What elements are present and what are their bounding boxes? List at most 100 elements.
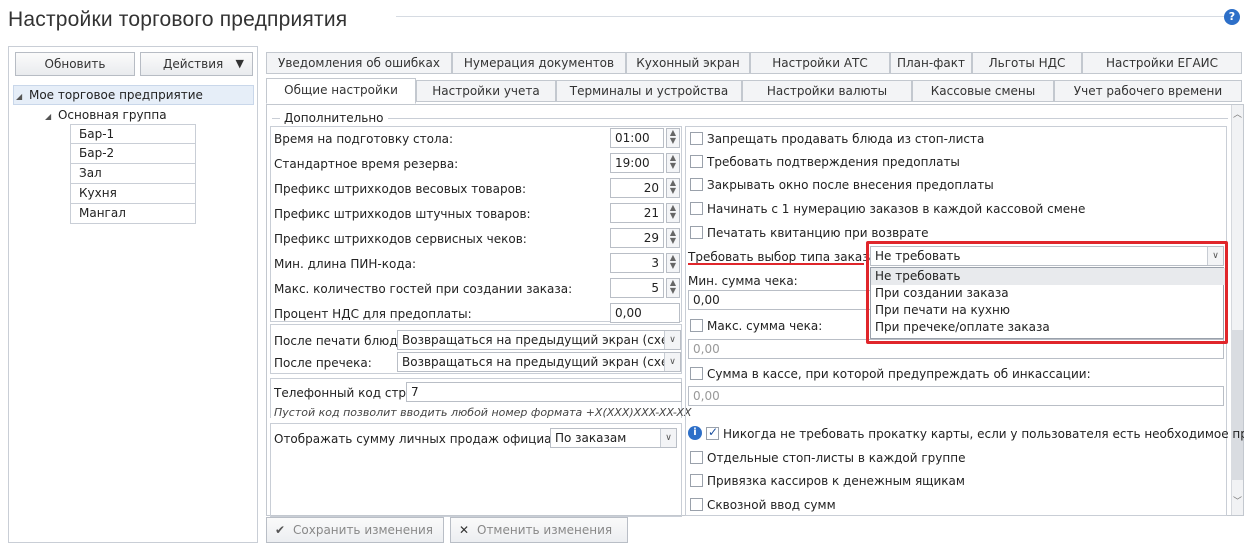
scroll-down-icon[interactable]: ﹀ [1233, 494, 1242, 507]
checkbox-close-window[interactable] [690, 178, 703, 191]
refresh-button[interactable]: Обновить [15, 52, 135, 76]
help-icon[interactable]: ? [1224, 9, 1240, 25]
spinner-icon[interactable]: ▲ ▼ [666, 153, 680, 173]
tab-vat-benefits[interactable]: Льготы НДС [972, 52, 1082, 74]
section-divider [272, 118, 1228, 119]
tab-doc-numbering[interactable]: Нумерация документов [452, 52, 626, 74]
check-label-no-card-swipe: Никогда не требовать прокатку карты, есл… [723, 427, 1244, 441]
chevron-down-icon[interactable]: ∨ [664, 353, 680, 371]
tree-group-label: Основная группа [57, 108, 167, 122]
checkbox-cashier-drawers[interactable] [690, 474, 703, 487]
vat-prepay-input[interactable]: 0,00 [610, 303, 680, 323]
scroll-up-icon[interactable]: ︿ [1233, 107, 1242, 120]
tab-plan-fact[interactable]: План-факт [890, 52, 972, 74]
cancel-changes-label: Отменить изменения [477, 523, 613, 537]
after-precheck-select[interactable]: Возвращаться на предыдущий экран (схем..… [397, 352, 681, 372]
piece-prefix-input[interactable]: 21 [610, 203, 664, 223]
cash-sum-input[interactable]: 0,00 [688, 386, 1224, 406]
info-icon[interactable]: i [688, 426, 702, 440]
check-label-numbering-reset: Начинать с 1 нумерацию заказов в каждой … [707, 202, 1086, 216]
tab-error-notifications[interactable]: Уведомления об ошибках [266, 52, 452, 74]
dropdown-option[interactable]: При создании заказа [871, 285, 1225, 302]
check-label-stop-list: Запрещать продавать блюда из стоп-листа [707, 132, 985, 146]
after-print-value: Возвращаться на предыдущий экран (схем..… [402, 333, 681, 347]
chevron-down-icon[interactable]: ∨ [660, 429, 676, 447]
checkbox-cash-sum[interactable] [690, 367, 703, 380]
spinner-icon[interactable]: ▲ ▼ [666, 278, 680, 298]
scrollbar-thumb[interactable] [1231, 330, 1243, 480]
order-type-select[interactable]: Не требовать ∨ [870, 246, 1224, 266]
tree-item-grill[interactable]: Мангал [70, 204, 196, 224]
spinner-icon[interactable]: ▲ ▼ [666, 228, 680, 248]
dropdown-option[interactable]: Не требовать [871, 268, 1225, 285]
checkbox-through-sum[interactable] [690, 498, 703, 511]
tree-item-bar2[interactable]: Бар-2 [70, 144, 196, 164]
spinner-icon[interactable]: ▲ ▼ [666, 253, 680, 273]
tab-pbx-settings[interactable]: Настройки АТС [750, 52, 890, 74]
check-label-through-sum: Сквозной ввод сумм [707, 498, 836, 512]
max-sum-label: Макс. сумма чека: [707, 319, 823, 333]
dropdown-option[interactable]: При печати на кухню [871, 302, 1225, 319]
checkbox-confirm-prepay[interactable] [690, 155, 703, 168]
checkbox-separate-stoplists[interactable] [690, 451, 703, 464]
checkbox-print-receipt[interactable] [690, 226, 703, 239]
check-label-cashier-drawers: Привязка кассиров к денежным ящикам [707, 474, 965, 488]
phone-hint: Пустой код позволит вводить любой номер … [274, 406, 692, 419]
order-type-value: Не требовать [875, 249, 961, 263]
tree-root[interactable]: ◢ Мое торговое предприятие [16, 86, 203, 106]
page-title: Настройки торгового предприятия [8, 8, 348, 31]
chevron-down-icon[interactable]: ∨ [1207, 247, 1223, 265]
tree-item-kitchen[interactable]: Кухня [70, 184, 196, 204]
collapse-triangle-icon[interactable]: ◢ [16, 92, 22, 101]
tab-general-settings[interactable]: Общие настройки [266, 78, 416, 104]
collapse-triangle-icon[interactable]: ◢ [45, 112, 51, 121]
field-label-vat-prepay: Процент НДС для предоплаты: [274, 307, 472, 321]
dropdown-arrow-icon: ▼ [235, 57, 244, 70]
check-label-close-window: Закрывать окно после внесения предоплаты [707, 178, 994, 192]
spinner-icon[interactable]: ▲ ▼ [666, 128, 680, 148]
dropdown-option[interactable]: При пречеке/оплате заказа [871, 319, 1225, 336]
tree-root-label: Мое торговое предприятие [28, 88, 203, 102]
close-icon: ✕ [459, 523, 470, 537]
tree-item-hall[interactable]: Зал [70, 164, 196, 184]
check-label-separate-stoplists: Отдельные стоп-листы в каждой группе [707, 451, 966, 465]
save-changes-button[interactable]: ✔ Сохранить изменения [266, 517, 444, 543]
tab-work-time[interactable]: Учет рабочего времени [1054, 80, 1242, 102]
field-label-pin-length: Мин. длина ПИН-кода: [274, 257, 417, 271]
field-label-reserve: Стандартное время резерва: [274, 157, 459, 171]
checkbox-max-sum[interactable] [690, 319, 703, 332]
actions-button[interactable]: Действия ▼ [140, 52, 253, 76]
max-guests-input[interactable]: 5 [610, 278, 664, 298]
phone-code-input[interactable]: 7 [406, 382, 682, 402]
tab-accounting-settings[interactable]: Настройки учета [416, 80, 556, 102]
chevron-down-icon[interactable]: ∨ [664, 331, 680, 349]
spinner-icon[interactable]: ▲ ▼ [666, 178, 680, 198]
checkbox-stop-list[interactable] [690, 132, 703, 145]
field-label-service-prefix: Префикс штрихкодов сервисных чеков: [274, 232, 527, 246]
checkbox-numbering-reset[interactable] [690, 202, 703, 215]
checkbox-no-card-swipe[interactable] [706, 425, 719, 440]
title-divider [396, 16, 1224, 17]
highlight-underline [688, 263, 864, 265]
weight-prefix-input[interactable]: 20 [610, 178, 664, 198]
pin-length-input[interactable]: 3 [610, 253, 664, 273]
tab-terminals-devices[interactable]: Терминалы и устройства [556, 80, 742, 102]
field-label-max-guests: Макс. количество гостей при создании зак… [274, 282, 573, 296]
tab-cash-shifts[interactable]: Кассовые смены [912, 80, 1054, 102]
check-label-confirm-prepay: Требовать подтверждения предоплаты [707, 155, 960, 169]
tree-group[interactable]: ◢ Основная группа [45, 106, 167, 126]
field-label-table-prep: Время на подготовку стола: [274, 132, 454, 146]
cash-sum-label: Сумма в кассе, при которой предупреждать… [707, 367, 1091, 381]
tab-egais-settings[interactable]: Настройки ЕГАИС [1082, 52, 1242, 74]
cancel-changes-button[interactable]: ✕ Отменить изменения [450, 517, 628, 543]
tab-currency-settings[interactable]: Настройки валюты [742, 80, 912, 102]
after-print-label: После печати блюд: [274, 334, 402, 348]
after-print-select[interactable]: Возвращаться на предыдущий экран (схем..… [397, 330, 681, 350]
table-prep-time-input[interactable]: 01:00 [610, 128, 664, 148]
spinner-icon[interactable]: ▲ ▼ [666, 203, 680, 223]
tree-item-bar1[interactable]: Бар-1 [70, 124, 196, 144]
reserve-time-input[interactable]: 19:00 [610, 153, 664, 173]
tab-kitchen-screen[interactable]: Кухонный экран [626, 52, 750, 74]
waiter-sales-select[interactable]: По заказам ∨ [550, 428, 677, 448]
service-prefix-input[interactable]: 29 [610, 228, 664, 248]
